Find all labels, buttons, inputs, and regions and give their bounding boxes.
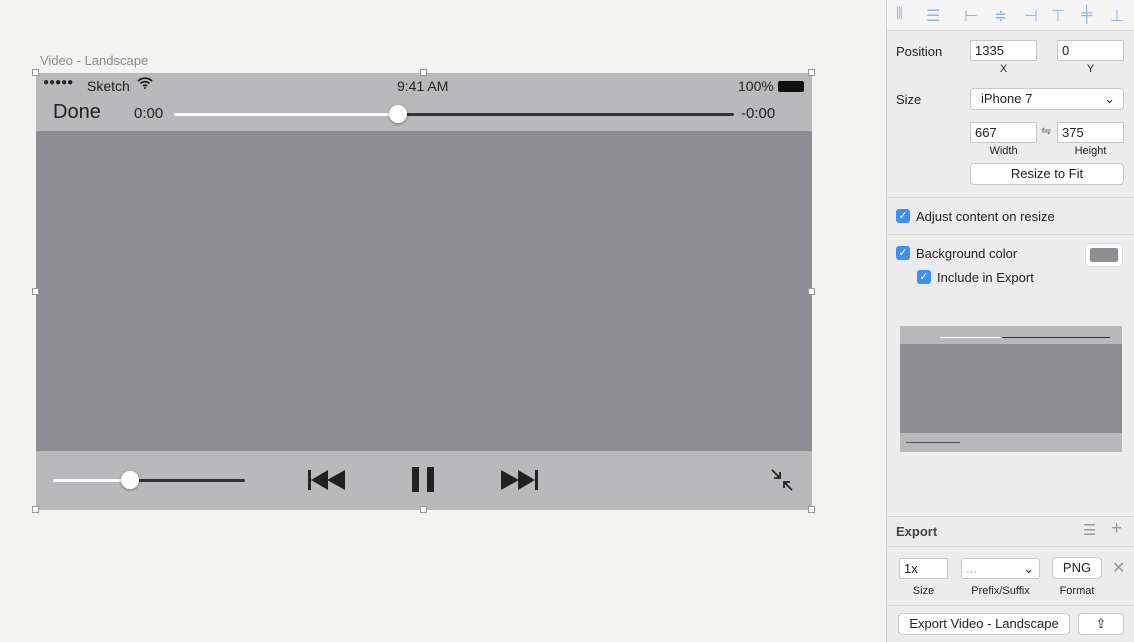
chevron-down-icon: ⌄ [1104, 91, 1115, 106]
minimize-icon[interactable] [770, 468, 794, 492]
height-caption: Height [1074, 145, 1107, 157]
export-scale-field[interactable]: 1x [899, 558, 948, 579]
height-field[interactable]: 375 [1057, 122, 1124, 143]
alignment-toolbar: ⫴ ☰ ⊢ ≑ ⊣ ⊤ ╪ ⊥ [887, 0, 1134, 30]
align-right-icon[interactable]: ⊣ [1024, 6, 1038, 26]
size-preset-value: iPhone 7 [981, 91, 1033, 106]
scrubber-fill [174, 113, 398, 116]
x-caption: X [999, 63, 1008, 75]
align-center-icon[interactable]: ≑ [994, 6, 1007, 26]
resize-handle[interactable] [808, 506, 815, 513]
pause-icon[interactable] [412, 467, 436, 492]
playback-nav: Done 0:00 -0:00 [36, 98, 812, 131]
background-color-label: Background color [916, 246, 1018, 261]
export-format-button[interactable]: PNG [1052, 557, 1102, 579]
export-prefix-value: ... [966, 561, 977, 576]
signal-icon: ●●●●● [43, 77, 74, 88]
scale-caption: Size [912, 585, 935, 597]
scrubber-track[interactable] [398, 113, 734, 116]
battery-percent: 100% [738, 78, 774, 94]
export-prefix-select[interactable]: ... ⌄ [961, 558, 1040, 579]
elapsed-time: 0:00 [134, 105, 164, 122]
export-settings-icon[interactable]: ☰ [1083, 521, 1096, 539]
inspector-panel: ⫴ ☰ ⊢ ≑ ⊣ ⊤ ╪ ⊥ Position 1335 0 X Y Size… [886, 0, 1134, 642]
volume-thumb[interactable] [120, 471, 139, 489]
resize-handle[interactable] [808, 288, 815, 295]
link-icon[interactable]: ⇋ [1041, 124, 1051, 138]
align-top-icon[interactable]: ⊤ [1051, 6, 1065, 26]
size-preset-select[interactable]: iPhone 7 ⌄ [970, 88, 1124, 110]
clock: 9:41 AM [397, 78, 449, 94]
x-field[interactable]: 1335 [970, 40, 1037, 61]
share-button[interactable]: ⇪ [1078, 613, 1124, 635]
remove-export-icon[interactable]: ✕ [1112, 558, 1125, 578]
wifi-icon [137, 76, 153, 92]
share-icon: ⇪ [1095, 616, 1107, 631]
align-bottom-icon[interactable]: ⊥ [1110, 6, 1124, 26]
background-color-swatch[interactable] [1085, 243, 1123, 267]
format-caption: Format [1059, 585, 1095, 597]
resize-to-fit-button[interactable]: Resize to Fit [970, 163, 1124, 185]
previous-icon[interactable] [308, 470, 346, 490]
adjust-content-label: Adjust content on resize [916, 209, 1055, 224]
status-bar: ●●●●● Sketch 9:41 AM 100% [36, 73, 812, 98]
resize-handle[interactable] [32, 288, 39, 295]
distribute-horizontal-icon[interactable]: ⫴ [896, 6, 903, 24]
volume-fill [53, 479, 130, 482]
y-field[interactable]: 0 [1057, 40, 1124, 61]
adjust-content-checkbox[interactable]: ✓ [896, 209, 910, 223]
distribute-vertical-icon[interactable]: ☰ [926, 6, 940, 26]
carrier: Sketch [87, 78, 130, 94]
volume-track[interactable] [129, 479, 245, 482]
resize-handle[interactable] [32, 69, 39, 76]
width-caption: Width [989, 145, 1018, 157]
prefix-caption: Prefix/Suffix [971, 585, 1030, 597]
y-caption: Y [1086, 63, 1095, 75]
done-button[interactable]: Done [53, 101, 101, 124]
add-export-icon[interactable]: + [1111, 518, 1122, 540]
remaining-time: -0:00 [741, 105, 776, 122]
include-export-checkbox[interactable]: ✓ [917, 270, 931, 284]
resize-handle[interactable] [420, 506, 427, 513]
chevron-down-icon: ⌄ [1023, 561, 1034, 576]
resize-handle[interactable] [420, 69, 427, 76]
export-button[interactable]: Export Video - Landscape [898, 613, 1070, 635]
resize-handle[interactable] [32, 506, 39, 513]
align-middle-icon[interactable]: ╪ [1081, 6, 1092, 24]
position-label: Position [896, 44, 943, 59]
export-title: Export [896, 524, 938, 539]
background-color-checkbox[interactable]: ✓ [896, 246, 910, 260]
align-left-icon[interactable]: ⊢ [964, 6, 978, 26]
scrubber-thumb[interactable] [389, 105, 407, 123]
artboard-name[interactable]: Video - Landscape [40, 53, 148, 68]
width-field[interactable]: 667 [970, 122, 1037, 143]
artboard-preview [900, 326, 1122, 452]
size-label: Size [896, 92, 922, 107]
include-export-label: Include in Export [937, 270, 1034, 285]
playback-controls [36, 451, 812, 510]
next-icon[interactable] [501, 470, 539, 490]
artboard[interactable]: ●●●●● Sketch 9:41 AM 100% Done 0:00 -0:0… [36, 73, 812, 510]
battery-icon [778, 81, 804, 92]
resize-handle[interactable] [808, 69, 815, 76]
